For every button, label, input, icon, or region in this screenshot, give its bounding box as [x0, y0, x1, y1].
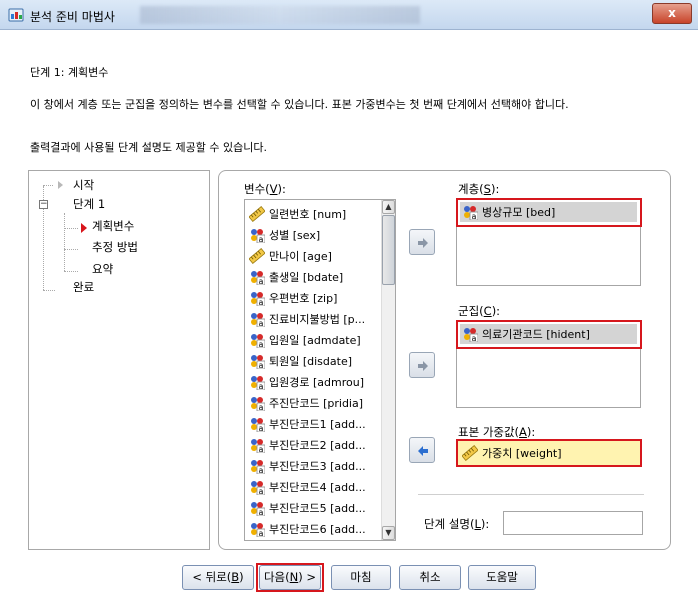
nominal-variable-icon	[250, 291, 265, 306]
blurred-background-region	[140, 6, 420, 24]
back-button[interactable]: < 뒤로(B)	[182, 565, 254, 590]
current-step-arrow-icon	[81, 223, 87, 233]
tree-item-finish[interactable]: 완료	[73, 279, 94, 295]
nominal-variable-icon	[250, 459, 265, 474]
variable-label: 입원일 [admdate]	[269, 334, 361, 347]
nominal-variable-icon	[250, 354, 265, 369]
nominal-variable-icon	[250, 375, 265, 390]
variable-label: 부진단코드4 [add...	[269, 481, 366, 494]
finish-button[interactable]: 마침	[331, 565, 391, 590]
variables-label: 변수(V):	[244, 182, 286, 196]
tree-item-estimation-method[interactable]: 추정 방법	[92, 239, 138, 255]
tree-guide-line	[64, 213, 65, 271]
window-title: 분석 준비 마법사	[30, 10, 115, 24]
variable-label: 주진단코드 [pridia]	[269, 397, 364, 410]
wizard-app-icon	[8, 8, 24, 22]
help-button[interactable]: 도움말	[468, 565, 536, 590]
variable-list-item[interactable]: 만나이 [age]	[249, 246, 332, 266]
variable-label: 성별 [sex]	[269, 229, 321, 242]
scroll-down-icon[interactable]: ▼	[382, 526, 395, 540]
variable-label: 우편번호 [zip]	[269, 292, 338, 305]
step-title: 단계 1: 계획변수	[30, 66, 109, 79]
tree-arrow-icon	[58, 181, 63, 189]
nominal-variable-icon	[250, 270, 265, 285]
variable-list-item[interactable]: 부진단코드6 [add...	[249, 519, 366, 539]
variable-list-item[interactable]: 진료비지불방법 [p...	[249, 309, 365, 329]
nominal-variable-icon	[250, 417, 265, 432]
variable-list-item[interactable]: 퇴원일 [disdate]	[249, 351, 352, 371]
variable-list-item[interactable]: 부진단코드4 [add...	[249, 477, 366, 497]
wizard-steps-tree: 시작 − 단계 1 계획변수 추정 방법 요약 완료	[28, 170, 210, 550]
variable-list-item[interactable]: 성별 [sex]	[249, 225, 320, 245]
nominal-variable-icon	[250, 501, 265, 516]
variable-list-item[interactable]: 주진단코드 [pridia]	[249, 393, 363, 413]
tree-guide-line	[64, 271, 78, 272]
step-description-input[interactable]	[503, 511, 643, 535]
tree-guide-line	[64, 228, 78, 229]
nominal-variable-icon	[250, 438, 265, 453]
sample-weight-highlight	[456, 439, 642, 467]
variable-label: 퇴원일 [disdate]	[269, 355, 353, 368]
next-button-highlight	[256, 563, 324, 592]
title-bar: 분석 준비 마법사 x	[0, 0, 698, 30]
variable-list-item[interactable]: 입원경로 [admrou]	[249, 372, 364, 392]
tree-guide-line	[64, 249, 78, 250]
move-to-strata-button[interactable]	[409, 229, 435, 255]
move-to-clusters-button[interactable]	[409, 352, 435, 378]
move-weight-back-button[interactable]	[409, 437, 435, 463]
variable-label: 일련번호 [num]	[269, 208, 347, 221]
variable-label: 부진단코드2 [add...	[269, 439, 366, 452]
left-arrow-icon	[418, 446, 428, 456]
right-arrow-icon	[418, 238, 428, 248]
variable-label: 입원경로 [admrou]	[269, 376, 364, 389]
variable-list-item[interactable]: 출생일 [bdate]	[249, 267, 343, 287]
tree-item-planning-variables[interactable]: 계획변수	[92, 218, 134, 234]
variable-list-item[interactable]: 부진단코드1 [add...	[249, 414, 366, 434]
nominal-variable-icon	[250, 228, 265, 243]
source-variable-list[interactable]: 부진단코드6 [add... 부진단코드5 [add... 부진단코드4 [add.…	[244, 199, 396, 541]
variable-label: 부진단코드6 [add...	[269, 523, 366, 536]
variable-list-item[interactable]: 우편번호 [zip]	[249, 288, 337, 308]
scale-ruler-icon	[249, 248, 265, 264]
nominal-variable-icon	[250, 522, 265, 537]
variable-list-item[interactable]: 입원일 [admdate]	[249, 330, 361, 350]
variable-list-scrollbar[interactable]: ▲ ▼	[381, 200, 395, 540]
tree-item-step1[interactable]: 단계 1	[73, 196, 105, 212]
tree-item-summary[interactable]: 요약	[92, 261, 113, 277]
tree-item-start[interactable]: 시작	[73, 177, 94, 193]
step-description-label: 단계 설명(L):	[424, 517, 490, 531]
variable-label: 출생일 [bdate]	[269, 271, 344, 284]
clusters-highlight	[456, 320, 642, 349]
strata-label: 계층(S):	[458, 182, 500, 196]
tree-guide-line	[43, 185, 53, 186]
variable-label: 부진단코드1 [add...	[269, 418, 366, 431]
tree-guide-line	[43, 290, 55, 291]
variable-label: 부진단코드3 [add...	[269, 460, 366, 473]
nominal-variable-icon	[250, 312, 265, 327]
scroll-up-icon[interactable]: ▲	[382, 200, 395, 214]
right-arrow-icon	[418, 361, 428, 371]
nominal-variable-icon	[250, 333, 265, 348]
sample-weight-label: 표본 가중값(A):	[458, 425, 536, 439]
divider	[418, 494, 644, 495]
variable-list-item[interactable]: 부진단코드5 [add...	[249, 498, 366, 518]
close-button[interactable]: x	[652, 3, 692, 24]
nominal-variable-icon	[250, 396, 265, 411]
description-line-2: 출력결과에 사용될 단계 설명도 제공할 수 있습니다.	[30, 141, 267, 154]
tree-collapse-icon[interactable]: −	[39, 200, 48, 209]
variable-label: 진료비지불방법 [p...	[269, 313, 366, 326]
clusters-label: 군집(C):	[458, 304, 501, 318]
variable-label: 만나이 [age]	[269, 250, 332, 263]
variable-list-item[interactable]: 부진단코드2 [add...	[249, 435, 366, 455]
variable-list-item[interactable]: 부진단코드3 [add...	[249, 456, 366, 476]
description-line-1: 이 창에서 계층 또는 군집을 정의하는 변수를 선택할 수 있습니다. 표본 …	[30, 98, 569, 111]
scale-ruler-icon	[249, 206, 265, 222]
strata-highlight	[456, 198, 642, 227]
nominal-variable-icon	[250, 480, 265, 495]
variable-list-item[interactable]: 일련번호 [num]	[249, 204, 346, 224]
cancel-button[interactable]: 취소	[399, 565, 461, 590]
scroll-thumb[interactable]	[382, 215, 395, 285]
variable-label: 부진단코드5 [add...	[269, 502, 366, 515]
